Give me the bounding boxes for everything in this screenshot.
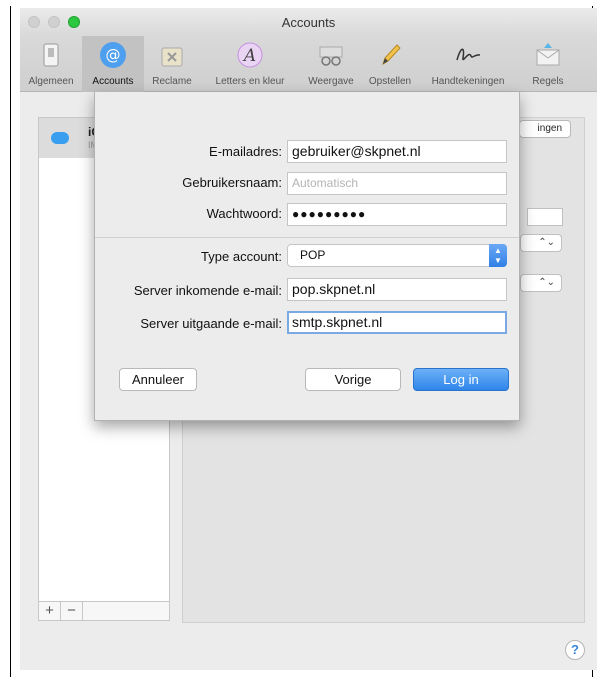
remove-account-button[interactable]: − <box>61 602 83 620</box>
tab-handtekeningen[interactable]: Handtekeningen <box>418 36 518 92</box>
cloud-icon <box>51 132 69 144</box>
background-select[interactable]: ⌃⌄ <box>520 234 562 252</box>
add-account-sheet: E-mailadres: gebruiker@skpnet.nl Gebruik… <box>94 92 520 421</box>
add-account-button[interactable]: + <box>39 602 61 620</box>
rules-envelope-icon <box>536 43 560 66</box>
background-field[interactable] <box>527 208 563 226</box>
tab-letters-en-kleur[interactable]: A Letters en kleur <box>200 36 300 92</box>
chevron-updown-icon: ⌃⌄ <box>538 237 555 248</box>
trash-junk-icon <box>161 47 183 67</box>
preferences-toolbar: Algemeen @ Accounts Reclame A Letters en… <box>20 36 597 92</box>
window-title: Accounts <box>281 15 336 30</box>
outgoing-server-label: Server uitgaande e-mail: <box>140 316 282 331</box>
help-button[interactable]: ? <box>565 640 585 660</box>
incoming-server-field[interactable]: pop.skpnet.nl <box>287 278 507 301</box>
glasses-icon <box>319 46 343 66</box>
sheet-divider <box>95 237 519 238</box>
account-type-label: Type account: <box>201 249 282 264</box>
tab-label: Weergave <box>308 76 354 87</box>
tab-label: Accounts <box>92 76 134 87</box>
svg-text:@: @ <box>106 46 121 64</box>
login-button[interactable]: Log in <box>413 368 509 391</box>
tab-opstellen[interactable]: Opstellen <box>362 36 418 92</box>
tab-label: Letters en kleur <box>215 76 285 87</box>
tab-label: Algemeen <box>28 76 74 87</box>
cancel-button[interactable]: Annuleer <box>119 368 197 391</box>
pencil-icon <box>382 44 401 66</box>
fonts-colors-icon: A <box>237 42 263 68</box>
at-sign-icon: @ <box>100 42 126 68</box>
tab-regels[interactable]: Regels <box>518 36 578 92</box>
preferences-window: Accounts Algemeen @ Accounts Reclame A L… <box>20 8 597 670</box>
sidebar-footer: + − <box>38 601 170 621</box>
outgoing-server-field[interactable]: smtp.skpnet.nl <box>287 311 507 334</box>
email-label: E-mailadres: <box>209 144 282 159</box>
email-field[interactable]: gebruiker@skpnet.nl <box>287 140 507 163</box>
tab-algemeen[interactable]: Algemeen <box>20 36 82 92</box>
svg-text:A: A <box>242 46 256 66</box>
tab-label: Opstellen <box>368 76 412 87</box>
account-type-value: POP <box>300 248 326 262</box>
account-type-select[interactable]: POP ▲ ▼ <box>287 244 507 267</box>
username-label: Gebruikersnaam: <box>182 175 282 190</box>
username-field[interactable]: Automatisch <box>287 172 507 195</box>
back-button[interactable]: Vorige <box>305 368 401 391</box>
tab-label: Regels <box>532 76 564 87</box>
tab-weergave[interactable]: Weergave <box>300 36 362 92</box>
tab-reclame[interactable]: Reclame <box>144 36 200 92</box>
switch-icon <box>43 43 59 67</box>
incoming-server-label: Server inkomende e-mail: <box>133 283 282 298</box>
chevron-updown-icon: ▲ ▼ <box>489 244 507 267</box>
tab-label: Handtekeningen <box>431 76 505 87</box>
background-select[interactable]: ⌃⌄ <box>520 274 562 292</box>
tab-accounts[interactable]: @ Accounts <box>82 36 144 92</box>
tab-label: Reclame <box>152 76 192 87</box>
title-bar: Accounts <box>20 8 597 36</box>
account-details-button[interactable]: ingen <box>519 120 571 138</box>
password-field[interactable]: ●●●●●●●●● <box>287 203 507 226</box>
signature-icon <box>456 48 481 61</box>
chevron-updown-icon: ⌃⌄ <box>538 277 555 288</box>
password-label: Wachtwoord: <box>206 206 282 221</box>
